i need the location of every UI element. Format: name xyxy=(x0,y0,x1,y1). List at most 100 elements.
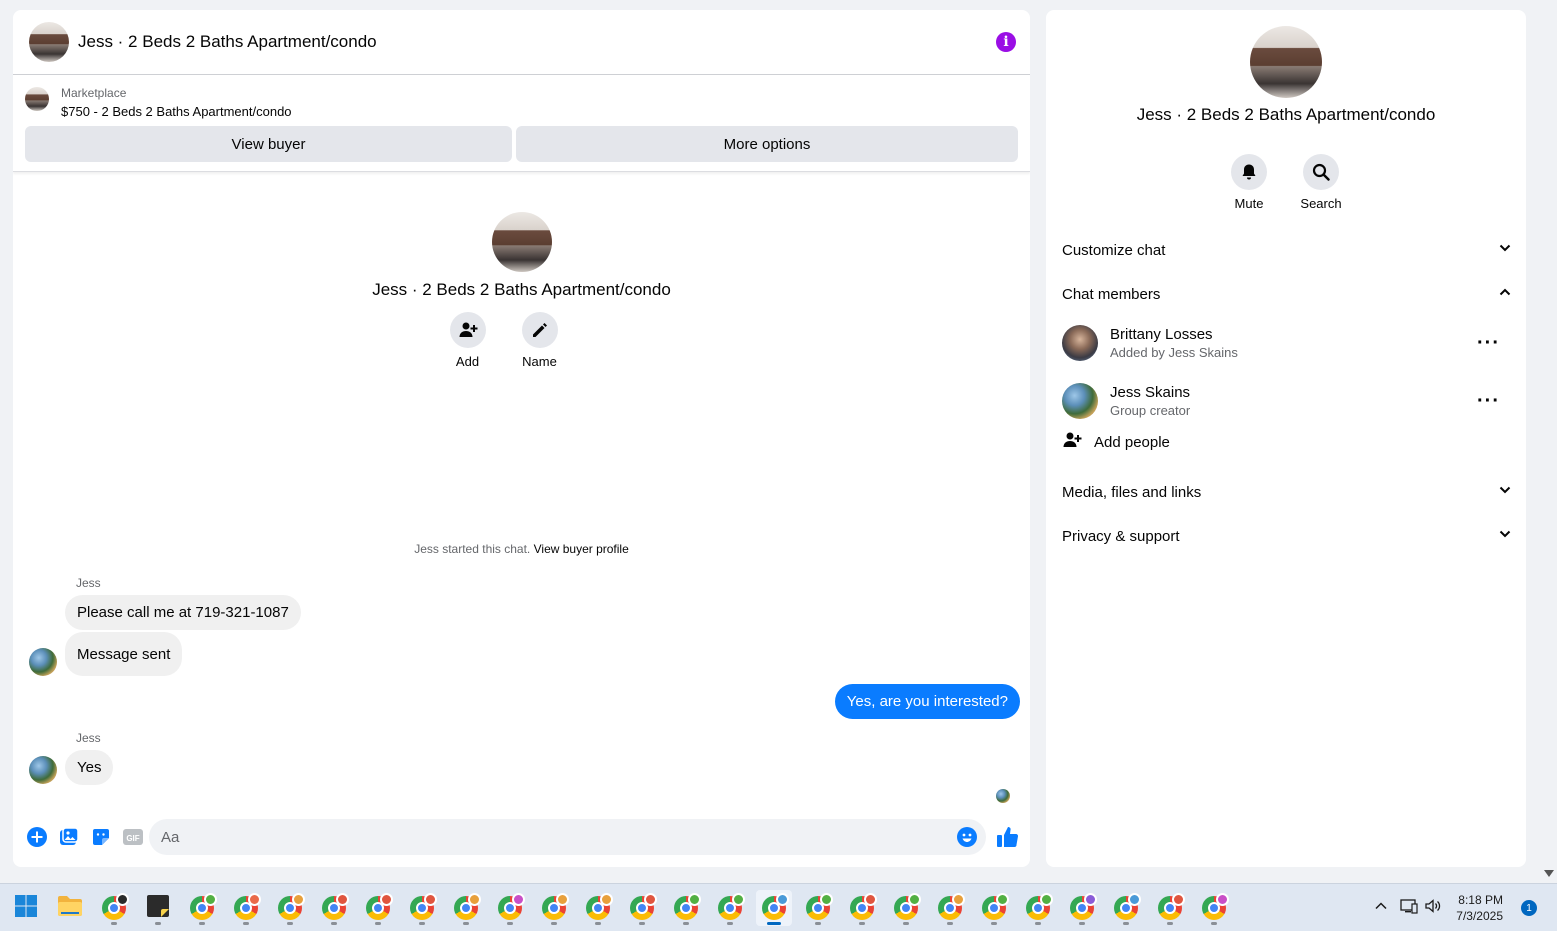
chrome-window-button[interactable] xyxy=(888,890,924,926)
message-input[interactable] xyxy=(149,819,986,855)
chrome-window-button[interactable] xyxy=(1108,890,1144,926)
more-options-button[interactable]: More options xyxy=(516,126,1018,162)
profile-badge-icon xyxy=(204,893,217,906)
plus-icon[interactable] xyxy=(27,827,47,847)
listing-price-title[interactable]: $750 - 2 Beds 2 Baths Apartment/condo xyxy=(61,103,292,121)
member-subtitle: Group creator xyxy=(1110,403,1191,418)
notification-badge[interactable]: 1 xyxy=(1521,900,1537,916)
chrome-window-button[interactable] xyxy=(756,890,792,926)
chrome-window-button[interactable] xyxy=(844,890,880,926)
message-bubble[interactable]: Message sent xyxy=(65,632,183,676)
photo-icon[interactable] xyxy=(59,827,79,847)
message-bubble[interactable]: Yes xyxy=(65,750,114,785)
media-files-section[interactable]: Media, files and links xyxy=(1062,470,1512,514)
composer-bar: GIF xyxy=(13,815,1030,859)
customize-chat-section[interactable]: Customize chat xyxy=(1062,228,1512,272)
chrome-window-button[interactable] xyxy=(184,890,220,926)
chrome-window-button[interactable] xyxy=(624,890,660,926)
chrome-window-button[interactable] xyxy=(976,890,1012,926)
more-icon[interactable]: ··· xyxy=(1477,390,1500,413)
running-indicator xyxy=(463,922,469,925)
running-indicator xyxy=(1035,922,1041,925)
profile-badge-icon xyxy=(1216,893,1229,906)
chrome-window-button[interactable] xyxy=(1152,890,1188,926)
sticker-icon[interactable] xyxy=(91,827,111,847)
sender-avatar[interactable] xyxy=(29,648,57,676)
running-indicator xyxy=(419,922,425,925)
clock[interactable]: 8:18 PM 7/3/2025 xyxy=(1456,892,1503,924)
running-indicator xyxy=(199,922,205,925)
chrome-window-button[interactable] xyxy=(316,890,352,926)
chrome-window-button[interactable] xyxy=(712,890,748,926)
sender-avatar[interactable] xyxy=(29,756,57,784)
add-member-button[interactable]: Add xyxy=(449,312,486,369)
info-icon[interactable]: i xyxy=(996,32,1016,52)
sticky-notes-icon xyxy=(146,894,170,923)
profile-badge-icon xyxy=(864,893,877,906)
chrome-window-button[interactable] xyxy=(492,890,528,926)
message-bubble[interactable]: Please call me at 719-321-1087 xyxy=(65,595,301,630)
system-tray: 8:18 PM 7/3/2025 1 xyxy=(1374,884,1557,931)
volume-icon[interactable] xyxy=(1424,898,1442,919)
chat-members-section[interactable]: Chat members xyxy=(1062,272,1512,316)
chrome-window-button[interactable] xyxy=(404,890,440,926)
chrome-window-button[interactable] xyxy=(668,890,704,926)
chrome-window-button[interactable] xyxy=(536,890,572,926)
listing-small-thumbnail[interactable] xyxy=(25,87,49,111)
search-button[interactable]: Search xyxy=(1300,154,1342,211)
scroll-down-arrow[interactable] xyxy=(1544,870,1554,877)
network-icon[interactable] xyxy=(1400,898,1418,919)
view-buyer-profile-link[interactable]: View buyer profile xyxy=(534,542,629,556)
profile-badge-icon xyxy=(248,893,261,906)
sticky-notes-button[interactable] xyxy=(140,890,176,926)
add-people-button[interactable]: Add people xyxy=(1062,430,1170,454)
profile-badge-icon xyxy=(292,893,305,906)
chrome-window-button[interactable] xyxy=(272,890,308,926)
chrome-window-button[interactable] xyxy=(800,890,836,926)
profile-badge-icon xyxy=(820,893,833,906)
chat-title[interactable]: Jess · 2 Beds 2 Baths Apartment/condo xyxy=(78,32,996,52)
my-message-bubble[interactable]: Yes, are you interested? xyxy=(834,684,1020,719)
member-avatar[interactable] xyxy=(1062,325,1098,361)
profile-badge-icon xyxy=(116,893,129,906)
thumbs-up-icon[interactable] xyxy=(996,825,1020,854)
profile-badge-icon xyxy=(468,893,481,906)
chrome-window-button[interactable] xyxy=(228,890,264,926)
running-indicator xyxy=(1123,922,1129,925)
search-label: Search xyxy=(1300,196,1342,211)
more-icon[interactable]: ··· xyxy=(1477,332,1500,355)
svg-text:GIF: GIF xyxy=(126,834,139,843)
chrome-window-button[interactable] xyxy=(580,890,616,926)
profile-badge-icon xyxy=(1040,893,1053,906)
clock-time: 8:18 PM xyxy=(1458,893,1503,907)
profile-badge-icon xyxy=(380,893,393,906)
mute-button[interactable]: Mute xyxy=(1231,154,1267,211)
member-avatar[interactable] xyxy=(1062,383,1098,419)
bell-icon xyxy=(1231,154,1267,190)
member-row[interactable]: Brittany Losses Added by Jess Skains ··· xyxy=(1062,318,1512,368)
chrome-window-button[interactable] xyxy=(1020,890,1056,926)
chat-started-notice: Jess started this chat. View buyer profi… xyxy=(13,542,1030,556)
chevron-up-icon[interactable] xyxy=(1374,899,1388,918)
view-buyer-button[interactable]: View buyer xyxy=(25,126,512,162)
chrome-window-button[interactable] xyxy=(1196,890,1232,926)
start-button[interactable] xyxy=(8,890,44,926)
running-indicator xyxy=(639,922,645,925)
privacy-support-section[interactable]: Privacy & support xyxy=(1062,514,1512,558)
chrome-window-button[interactable] xyxy=(932,890,968,926)
gif-icon[interactable]: GIF xyxy=(123,827,143,847)
name-chat-button[interactable]: Name xyxy=(521,312,558,369)
chrome-window-button[interactable] xyxy=(448,890,484,926)
profile-badge-icon xyxy=(732,893,745,906)
file-explorer-button[interactable] xyxy=(52,890,88,926)
taskbar-app[interactable] xyxy=(96,890,132,926)
emoji-icon[interactable] xyxy=(957,827,977,852)
running-indicator xyxy=(551,922,557,925)
chat-members-label: Chat members xyxy=(1062,285,1161,303)
chrome-window-button[interactable] xyxy=(360,890,396,926)
running-indicator xyxy=(287,922,293,925)
member-row[interactable]: Jess Skains Group creator ··· xyxy=(1062,376,1512,426)
chrome-window-button[interactable] xyxy=(1064,890,1100,926)
profile-badge-icon xyxy=(1084,893,1097,906)
listing-thumbnail[interactable] xyxy=(29,22,69,62)
